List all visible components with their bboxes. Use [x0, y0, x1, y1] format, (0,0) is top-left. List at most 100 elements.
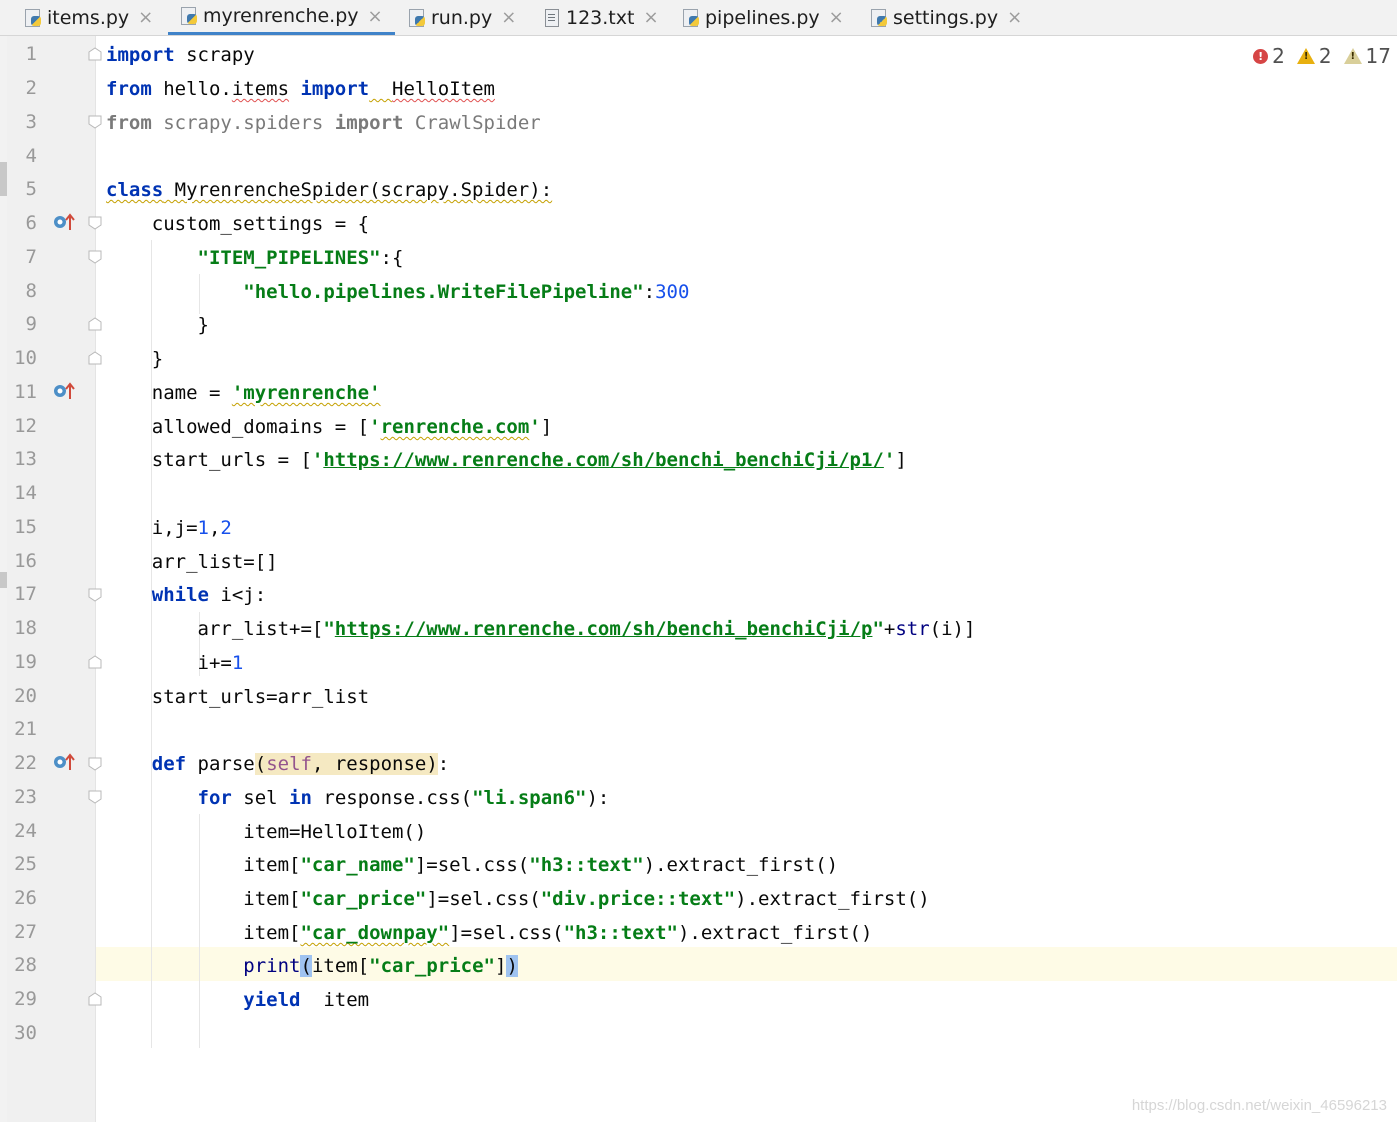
fold-end-icon[interactable]	[88, 992, 102, 1006]
tool-window-strip	[0, 36, 7, 1122]
python-file-icon	[24, 8, 42, 28]
code-line-1[interactable]: import scrapy	[106, 44, 255, 66]
code-line-26[interactable]: item["car_price"]=sel.css("div.price::te…	[106, 888, 929, 910]
fold-start-icon[interactable]	[88, 47, 102, 61]
tab-label: myrenrenche.py	[203, 5, 359, 27]
code-line-10[interactable]: }	[106, 348, 163, 370]
code-line-6[interactable]: custom_settings = {	[106, 213, 369, 235]
line-number[interactable]: 23	[7, 787, 37, 807]
inspection-widget[interactable]: ! 2 ! 2 ! 17	[1253, 44, 1391, 68]
code-line-12[interactable]: allowed_domains = ['renrenche.com']	[106, 416, 552, 438]
line-number[interactable]: 15	[7, 517, 37, 537]
fold-end-icon[interactable]	[88, 655, 102, 669]
override-icon[interactable]	[52, 751, 76, 773]
line-number[interactable]: 1	[7, 44, 37, 64]
line-number[interactable]: 16	[7, 551, 37, 571]
text-file-icon	[543, 8, 561, 28]
line-number[interactable]: 9	[7, 314, 37, 334]
line-number[interactable]: 10	[7, 348, 37, 368]
fold-start-icon[interactable]	[88, 790, 102, 804]
tab-pipelines-py[interactable]: pipelines.py ×	[682, 0, 844, 35]
line-number[interactable]: 19	[7, 652, 37, 672]
line-number[interactable]: 21	[7, 719, 37, 739]
fold-end-icon[interactable]	[88, 317, 102, 331]
weak-warning-count[interactable]: ! 17	[1343, 44, 1391, 68]
python-file-icon	[682, 8, 700, 28]
tab-label: settings.py	[893, 6, 999, 29]
fold-end-icon[interactable]	[88, 351, 102, 365]
code-line-29[interactable]: yield item	[106, 989, 369, 1011]
tab-settings-py[interactable]: settings.py ×	[870, 0, 1022, 35]
close-icon[interactable]: ×	[1007, 7, 1022, 28]
fold-start-icon[interactable]	[88, 216, 102, 230]
code-line-7[interactable]: "ITEM_PIPELINES":{	[106, 247, 404, 269]
code-line-27[interactable]: item["car_downpay"]=sel.css("h3::text").…	[106, 922, 872, 944]
close-icon[interactable]: ×	[643, 7, 658, 28]
line-number[interactable]: 27	[7, 922, 37, 942]
line-number[interactable]: 14	[7, 483, 37, 503]
warning-count[interactable]: ! 2	[1296, 44, 1332, 68]
fold-start-icon[interactable]	[88, 250, 102, 264]
code-line-9[interactable]: }	[106, 314, 209, 336]
code-line-3[interactable]: from scrapy.spiders import CrawlSpider	[106, 112, 541, 134]
fold-end-icon[interactable]	[88, 115, 102, 129]
close-icon[interactable]: ×	[501, 7, 516, 28]
fold-start-icon[interactable]	[88, 757, 102, 771]
code-line-17[interactable]: while i<j:	[106, 584, 266, 606]
code-line-8[interactable]: "hello.pipelines.WriteFilePipeline":300	[106, 281, 689, 303]
line-number[interactable]: 26	[7, 888, 37, 908]
line-number[interactable]: 24	[7, 821, 37, 841]
line-number[interactable]: 17	[7, 584, 37, 604]
fold-start-icon[interactable]	[88, 588, 102, 602]
close-icon[interactable]: ×	[829, 7, 844, 28]
weak-warning-icon: !	[1343, 48, 1362, 64]
line-number[interactable]: 30	[7, 1023, 37, 1043]
code-line-20[interactable]: start_urls=arr_list	[106, 686, 369, 708]
line-number[interactable]: 29	[7, 989, 37, 1009]
line-number[interactable]: 22	[7, 753, 37, 773]
tab-label: items.py	[47, 6, 130, 29]
code-line-11[interactable]: name = 'myrenrenche'	[106, 382, 381, 404]
code-line-23[interactable]: for sel in response.css("li.span6"):	[106, 787, 610, 809]
code-line-22[interactable]: def parse(self, response):	[106, 753, 449, 775]
tab-label: run.py	[431, 6, 493, 29]
line-number[interactable]: 4	[7, 146, 37, 166]
code-line-2[interactable]: from hello.items import HelloItem	[106, 78, 495, 100]
line-number[interactable]: 3	[7, 112, 37, 132]
tab-run-py[interactable]: run.py ×	[408, 0, 516, 35]
code-line-28[interactable]: print(item["car_price"])	[106, 955, 518, 977]
override-icon[interactable]	[52, 211, 76, 233]
line-number[interactable]: 5	[7, 179, 37, 199]
tab-items-py[interactable]: items.py ×	[24, 0, 153, 35]
override-icon[interactable]	[52, 380, 76, 402]
code-line-5[interactable]: class MyrenrencheSpider(scrapy.Spider):	[106, 179, 552, 201]
code-line-24[interactable]: item=HelloItem()	[106, 821, 426, 843]
strip-marker	[0, 162, 7, 196]
line-number[interactable]: 18	[7, 618, 37, 638]
code-line-25[interactable]: item["car_name"]=sel.css("h3::text").ext…	[106, 854, 838, 876]
line-number[interactable]: 11	[7, 382, 37, 402]
line-number[interactable]: 25	[7, 854, 37, 874]
line-number[interactable]: 8	[7, 281, 37, 301]
error-count[interactable]: ! 2	[1253, 44, 1285, 68]
line-number[interactable]: 12	[7, 416, 37, 436]
code-line-18[interactable]: arr_list+=["https://www.renrenche.com/sh…	[106, 618, 976, 640]
url-link[interactable]: https://www.renrenche.com/sh/benchi_benc…	[335, 618, 873, 640]
url-link[interactable]: https://www.renrenche.com/sh/benchi_benc…	[323, 449, 884, 471]
code-line-19[interactable]: i+=1	[106, 652, 244, 674]
line-number[interactable]: 7	[7, 247, 37, 267]
close-icon[interactable]: ×	[368, 6, 383, 27]
code-line-15[interactable]: i,j=1,2	[106, 517, 232, 539]
line-number[interactable]: 2	[7, 78, 37, 98]
line-number[interactable]: 6	[7, 213, 37, 233]
line-number[interactable]: 13	[7, 449, 37, 469]
close-icon[interactable]: ×	[138, 7, 153, 28]
tab-123-txt[interactable]: 123.txt ×	[543, 0, 659, 35]
code-line-13[interactable]: start_urls = ['https://www.renrenche.com…	[106, 449, 907, 471]
code-line-16[interactable]: arr_list=[]	[106, 551, 278, 573]
line-number[interactable]: 20	[7, 686, 37, 706]
tab-myrenrenche-py[interactable]: myrenrenche.py ×	[168, 0, 395, 35]
line-number[interactable]: 28	[7, 955, 37, 975]
python-file-icon	[180, 6, 198, 26]
watermark: https://blog.csdn.net/weixin_46596213	[1131, 1097, 1387, 1114]
